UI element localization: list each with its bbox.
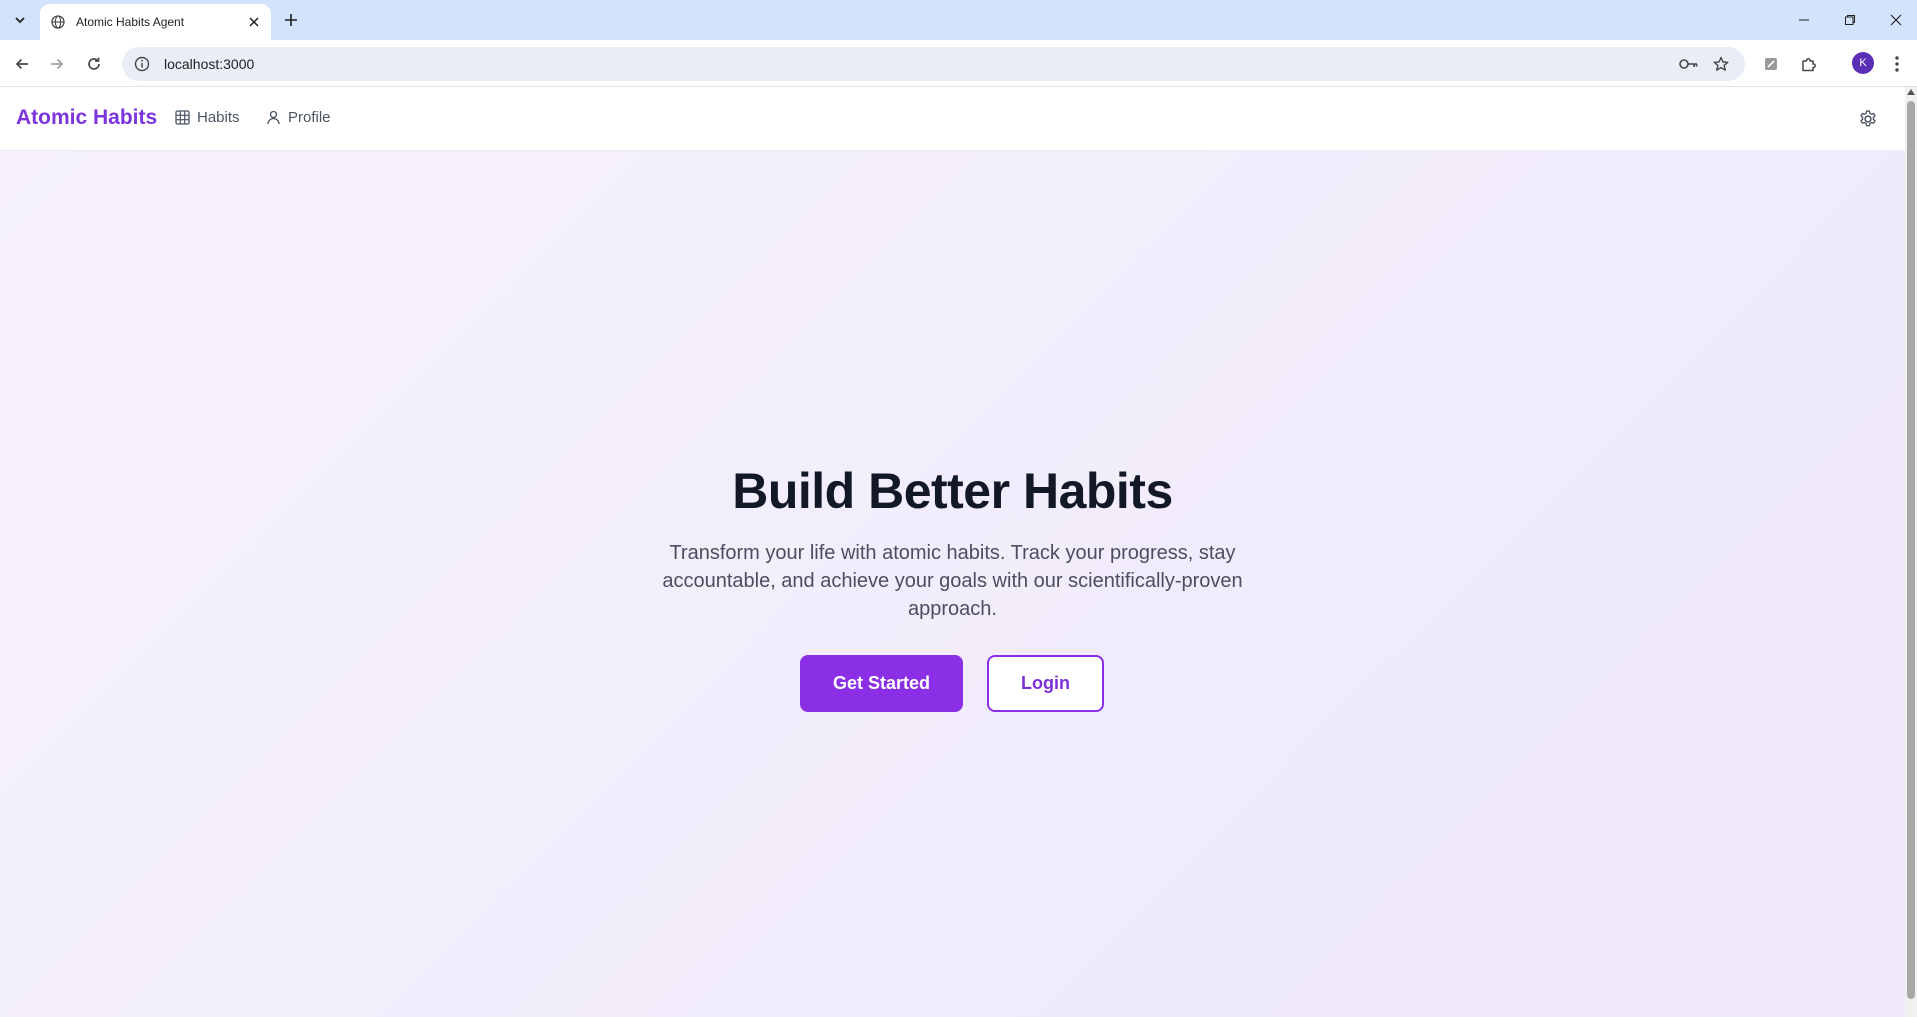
extensions-puzzle-icon[interactable]	[1795, 50, 1823, 78]
nav-link-profile[interactable]: Profile	[266, 109, 331, 126]
new-tab-plus-icon[interactable]	[279, 8, 303, 32]
close-tab-icon[interactable]	[245, 13, 263, 31]
app-header: Atomic Habits Habits Profile	[0, 87, 1905, 151]
globe-icon	[50, 14, 66, 30]
get-started-button[interactable]: Get Started	[800, 655, 963, 712]
profile-avatar[interactable]: K	[1852, 52, 1874, 74]
nav-link-habits-label: Habits	[197, 109, 240, 126]
browser-tab[interactable]: Atomic Habits Agent	[40, 4, 271, 40]
tab-title: Atomic Habits Agent	[76, 15, 185, 29]
tab-search-chevron-icon[interactable]	[8, 8, 32, 32]
hero-description: Transform your life with atomic habits. …	[662, 542, 1243, 620]
nav-link-habits[interactable]: Habits	[175, 109, 240, 126]
extension-app-icon[interactable]	[1757, 50, 1785, 78]
minimize-icon[interactable]	[1781, 0, 1827, 40]
grid-icon	[175, 110, 190, 125]
page-scrollbar[interactable]	[1905, 87, 1917, 1017]
user-icon	[267, 110, 280, 125]
more-menu-icon[interactable]	[1883, 50, 1911, 78]
forward-arrow-icon[interactable]	[43, 50, 71, 78]
browser-tabstrip: Atomic Habits Agent	[0, 0, 1917, 40]
scroll-thumb[interactable]	[1907, 101, 1915, 999]
bookmark-star-icon[interactable]	[1709, 52, 1733, 76]
back-arrow-icon[interactable]	[8, 50, 36, 78]
reload-icon[interactable]	[80, 50, 108, 78]
scroll-up-arrow-icon[interactable]	[1907, 89, 1915, 95]
hero-title: Build Better Habits	[732, 463, 1173, 519]
restore-icon[interactable]	[1827, 0, 1873, 40]
app-page: Atomic Habits Habits Profile Build Bette…	[0, 87, 1905, 1017]
password-key-icon[interactable]	[1677, 52, 1701, 76]
close-window-icon[interactable]	[1873, 0, 1917, 40]
brand-logo-text[interactable]: Atomic Habits	[16, 106, 157, 130]
login-button[interactable]: Login	[987, 655, 1104, 712]
address-bar[interactable]: localhost:3000	[122, 47, 1745, 81]
nav-link-profile-label: Profile	[288, 109, 331, 126]
site-info-icon[interactable]	[132, 54, 152, 74]
browser-toolbar: localhost:3000 K	[0, 40, 1917, 87]
settings-gear-icon[interactable]	[1856, 107, 1880, 131]
url-text: localhost:3000	[164, 56, 255, 72]
